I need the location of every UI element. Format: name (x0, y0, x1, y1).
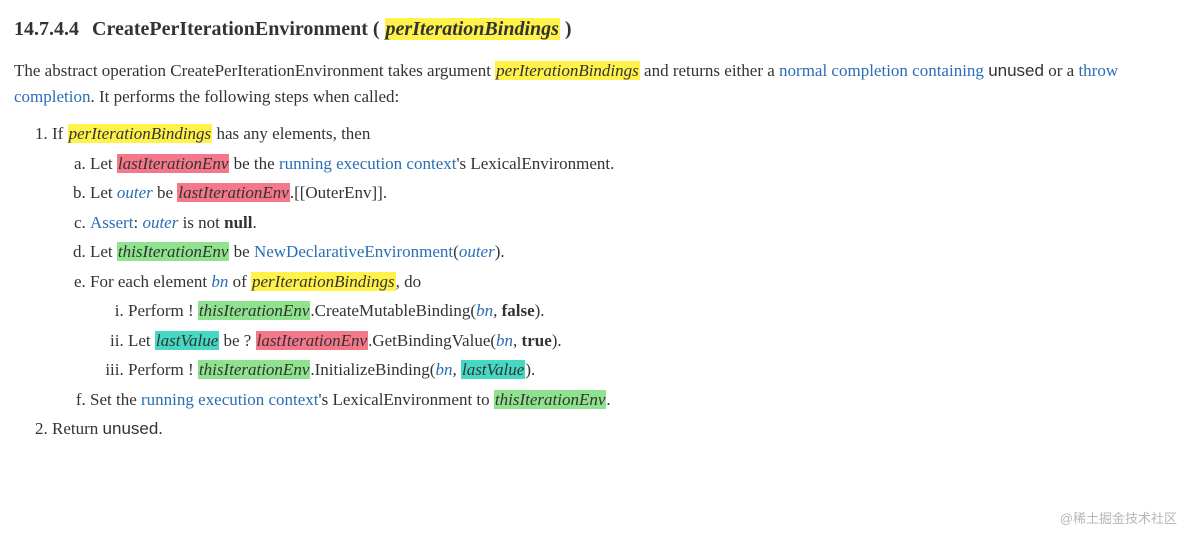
step-1b: Let outer be lastIterationEnv.[[OuterEnv… (90, 180, 1173, 206)
step-1f: Set the running execution context's Lexi… (90, 387, 1173, 413)
step1eii-mid: be ? (219, 331, 255, 350)
step1d-mid: be (229, 242, 254, 261)
step1b-post: .[[OuterEnv]]. (290, 183, 387, 202)
step1ei-false: false (502, 301, 535, 320)
step1ei-pre: Perform ! (128, 301, 198, 320)
algorithm-steps: If perIterationBindings has any elements… (14, 121, 1173, 442)
step1e-pre: For each element (90, 272, 211, 291)
step1eii-pre: Let (128, 331, 155, 350)
normal-completion-link[interactable]: normal completion containing (779, 61, 984, 80)
section-heading: 14.7.4.4 CreatePerIterationEnvironment p… (14, 14, 1173, 44)
intro-unused: unused (988, 61, 1044, 80)
step-1: If perIterationBindings has any elements… (52, 121, 1173, 412)
step-1e-ii: Let lastValue be ? lastIterationEnv.GetB… (128, 328, 1173, 354)
step1c-dot: . (253, 213, 257, 232)
step1b-outer: outer (117, 183, 153, 202)
step1d-pre: Let (90, 242, 117, 261)
step-2: Return unused. (52, 416, 1173, 442)
step1a-var: lastIterationEnv (117, 154, 229, 173)
step1ei-comma: , (493, 301, 502, 320)
step1eiii-close: ). (525, 360, 535, 379)
step1b-pre: Let (90, 183, 117, 202)
section-number: 14.7.4.4 (14, 18, 79, 40)
running-execution-context-link[interactable]: running execution context (279, 154, 457, 173)
step1b-mid: be (153, 183, 178, 202)
step1ei-thisenv: thisIterationEnv (198, 301, 310, 320)
step1f-mid: 's LexicalEnvironment to (319, 390, 494, 409)
intro-t2: and returns either a (640, 61, 779, 80)
assert-link[interactable]: Assert (90, 213, 133, 232)
step1f-thisenv: thisIterationEnv (494, 390, 606, 409)
step1e-pib: perIterationBindings (251, 272, 396, 291)
step1eiii-lastvalue: lastValue (461, 360, 525, 379)
step1eii-bn: bn (496, 331, 513, 350)
intro-param: perIterationBindings (495, 61, 640, 80)
step1d-thisenv: thisIterationEnv (117, 242, 229, 261)
step1eiii-method: .InitializeBinding( (310, 360, 435, 379)
intro-t3: or a (1044, 61, 1078, 80)
step-1a: Let lastIterationEnv be the running exec… (90, 151, 1173, 177)
step1eiii-pre: Perform ! (128, 360, 198, 379)
step1c-outer: outer (142, 213, 178, 232)
heading-param: perIterationBindings (385, 18, 560, 40)
step1-var: perIterationBindings (68, 124, 213, 143)
step1ei-bn: bn (476, 301, 493, 320)
step1eii-lastenv: lastIterationEnv (256, 331, 368, 350)
heading-params: perIterationBindings (373, 18, 572, 40)
step1eiii-bn: bn (435, 360, 452, 379)
step2-dot: . (158, 419, 162, 438)
step1ei-method: .CreateMutableBinding( (310, 301, 476, 320)
intro-t4: . It performs the following steps when c… (90, 87, 399, 106)
step1eiii-comma: , (452, 360, 461, 379)
step1d-close: ). (495, 242, 505, 261)
step1eii-comma: , (513, 331, 522, 350)
step1f-dot: . (606, 390, 610, 409)
step-1e-i: Perform ! thisIterationEnv.CreateMutable… (128, 298, 1173, 324)
step2-pre: Return (52, 419, 103, 438)
step1f-pre: Set the (90, 390, 141, 409)
step1c-null: null (224, 213, 252, 232)
step1-substeps: Let lastIterationEnv be the running exec… (52, 151, 1173, 413)
step1eii-lastvalue: lastValue (155, 331, 219, 350)
step-1e-iii: Perform ! thisIterationEnv.InitializeBin… (128, 357, 1173, 383)
step1-pre: If (52, 124, 68, 143)
step1eii-close: ). (552, 331, 562, 350)
step1c-mid: is not (178, 213, 224, 232)
step1b-lastenv: lastIterationEnv (177, 183, 289, 202)
step1eiii-thisenv: thisIterationEnv (198, 360, 310, 379)
step1a-post: 's LexicalEnvironment. (456, 154, 614, 173)
step1e-substeps: Perform ! thisIterationEnv.CreateMutable… (90, 298, 1173, 383)
watermark: @稀土掘金技术社区 (1060, 509, 1177, 529)
step-1d: Let thisIterationEnv be NewDeclarativeEn… (90, 239, 1173, 265)
step1a-mid: be the (229, 154, 279, 173)
step1d-outer: outer (459, 242, 495, 261)
step1-post: has any elements, then (212, 124, 370, 143)
step2-unused: unused (103, 419, 159, 438)
newdeclarativeenvironment-link[interactable]: NewDeclarativeEnvironment (254, 242, 453, 261)
step1ei-close: ). (535, 301, 545, 320)
step1eii-method: .GetBindingValue( (368, 331, 496, 350)
step1e-post: , do (396, 272, 422, 291)
step1e-bn: bn (211, 272, 228, 291)
step-1e: For each element bn of perIterationBindi… (90, 269, 1173, 383)
step1eii-true: true (522, 331, 552, 350)
running-execution-context-link-2[interactable]: running execution context (141, 390, 319, 409)
operation-name: CreatePerIterationEnvironment (92, 18, 368, 40)
step-1c: Assert: outer is not null. (90, 210, 1173, 236)
intro-paragraph: The abstract operation CreatePerIteratio… (14, 58, 1173, 109)
step1e-mid: of (228, 272, 251, 291)
intro-t1: The abstract operation CreatePerIteratio… (14, 61, 495, 80)
step1a-pre: Let (90, 154, 117, 173)
